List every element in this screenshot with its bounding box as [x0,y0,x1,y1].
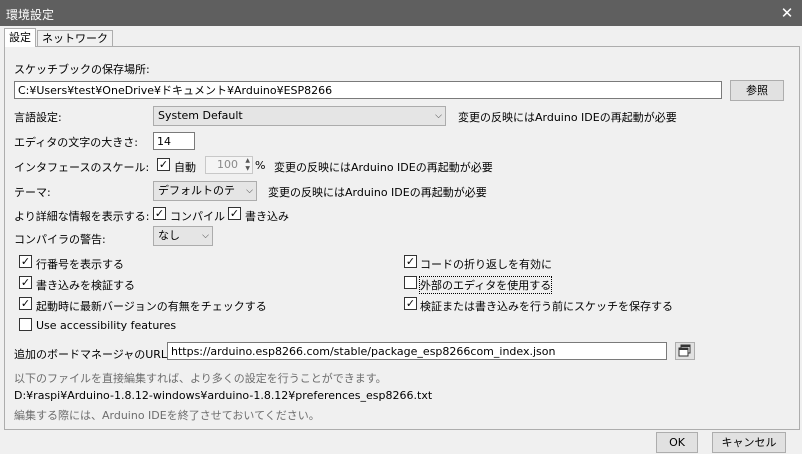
font-size-input[interactable]: 14 [153,132,195,150]
scale-unit: % [255,159,266,172]
close-icon[interactable]: ✕ [772,0,802,26]
check-icon: ✓ [405,255,416,268]
verbose-compile-label: コンパイル [170,210,225,223]
check-icon: ✓ [20,255,31,268]
code-folding-label: コードの折り返しを有効に [420,258,552,271]
title-bar: 環境設定 ✕ [0,0,802,26]
scale-stepper[interactable]: 100 ▲ ▼ [205,156,253,174]
chevron-down-icon: ⌵ [435,111,442,121]
theme-label: テーマ: [14,186,51,199]
language-label: 言語設定: [14,111,62,124]
chevron-down-icon: ⌵ [246,186,253,196]
accessibility-label: Use accessibility features [36,319,177,332]
chevron-down-icon: ⌵ [202,231,209,241]
line-numbers-checkbox[interactable]: ✓ [19,255,32,268]
verbose-compile-checkbox[interactable]: ✓ [153,207,166,220]
theme-value: デフォルトのテー… [158,184,235,197]
accessibility-checkbox[interactable] [19,318,32,331]
code-folding-checkbox[interactable]: ✓ [404,255,417,268]
check-icon: ✓ [154,207,165,220]
compiler-warnings-value: なし [158,229,180,242]
edit-warning-note: 編集する際には、Arduino IDEを終了させておいてください。 [14,409,320,422]
check-icon: ✓ [229,207,240,220]
prefs-file-path: D:¥raspi¥Arduino-1.8.12-windows¥arduino-… [14,389,433,402]
compiler-warnings-select[interactable]: なし ⌵ [153,226,213,246]
boards-manager-url-label: 追加のボードマネージャのURL: [14,348,171,361]
tab-settings[interactable]: 設定 [4,28,36,47]
browse-button[interactable]: 参照 [730,80,784,101]
spin-arrows-icon: ▲ ▼ [245,157,250,172]
check-icon: ✓ [20,276,31,289]
tab-network[interactable]: ネットワーク [37,30,113,47]
scale-auto-checkbox[interactable]: ✓ [157,158,170,171]
verbose-upload-checkbox[interactable]: ✓ [228,207,241,220]
verbose-label: より詳細な情報を表示する: [14,210,150,223]
theme-select[interactable]: デフォルトのテー… ⌵ [153,181,257,201]
check-updates-label: 起動時に最新バージョンの有無をチェックする [36,300,267,313]
scale-label: インタフェースのスケール: [14,161,150,174]
scale-auto-label: 自動 [174,161,196,174]
ok-button[interactable]: OK [656,432,698,453]
sketchbook-path-input[interactable]: C:¥Users¥test¥OneDrive¥ドキュメント¥Arduino¥ES… [14,81,722,99]
external-editor-label: 外部のエディタを使用する [418,276,553,294]
check-icon: ✓ [405,297,416,310]
boards-manager-url-input[interactable]: https://arduino.esp8266.com/stable/packa… [167,342,667,360]
scale-value: 100 [217,158,238,171]
language-select[interactable]: System Default ⌵ [153,106,446,126]
cancel-button[interactable]: キャンセル [712,432,786,453]
sketchbook-label: スケッチブックの保存場所: [14,63,150,76]
language-restart-note: 変更の反映にはArduino IDEの再起動が必要 [458,111,677,124]
font-size-label: エディタの文字の大きさ: [14,136,138,149]
theme-restart-note: 変更の反映にはArduino IDEの再起動が必要 [268,186,487,199]
external-editor-checkbox[interactable] [404,276,417,289]
compiler-warnings-label: コンパイラの警告: [14,233,106,246]
check-updates-checkbox[interactable]: ✓ [19,297,32,310]
language-value: System Default [158,109,243,122]
window-title: 環境設定 [6,8,55,22]
verify-upload-label: 書き込みを検証する [36,279,135,292]
line-numbers-label: 行番号を表示する [36,258,124,271]
verbose-upload-label: 書き込み [245,210,289,223]
edit-urls-button[interactable] [675,342,695,360]
verify-upload-checkbox[interactable]: ✓ [19,276,32,289]
more-prefs-note: 以下のファイルを直接編集すれば、より多くの設定を行うことができます。 [14,372,387,385]
scale-restart-note: 変更の反映にはArduino IDEの再起動が必要 [274,161,493,174]
tab-strip: 設定 ネットワーク [0,26,802,47]
save-before-verify-label: 検証または書き込みを行う前にスケッチを保存する [420,300,673,313]
save-before-verify-checkbox[interactable]: ✓ [404,297,417,310]
window-list-icon [678,344,691,357]
check-icon: ✓ [20,297,31,310]
check-icon: ✓ [158,158,169,171]
